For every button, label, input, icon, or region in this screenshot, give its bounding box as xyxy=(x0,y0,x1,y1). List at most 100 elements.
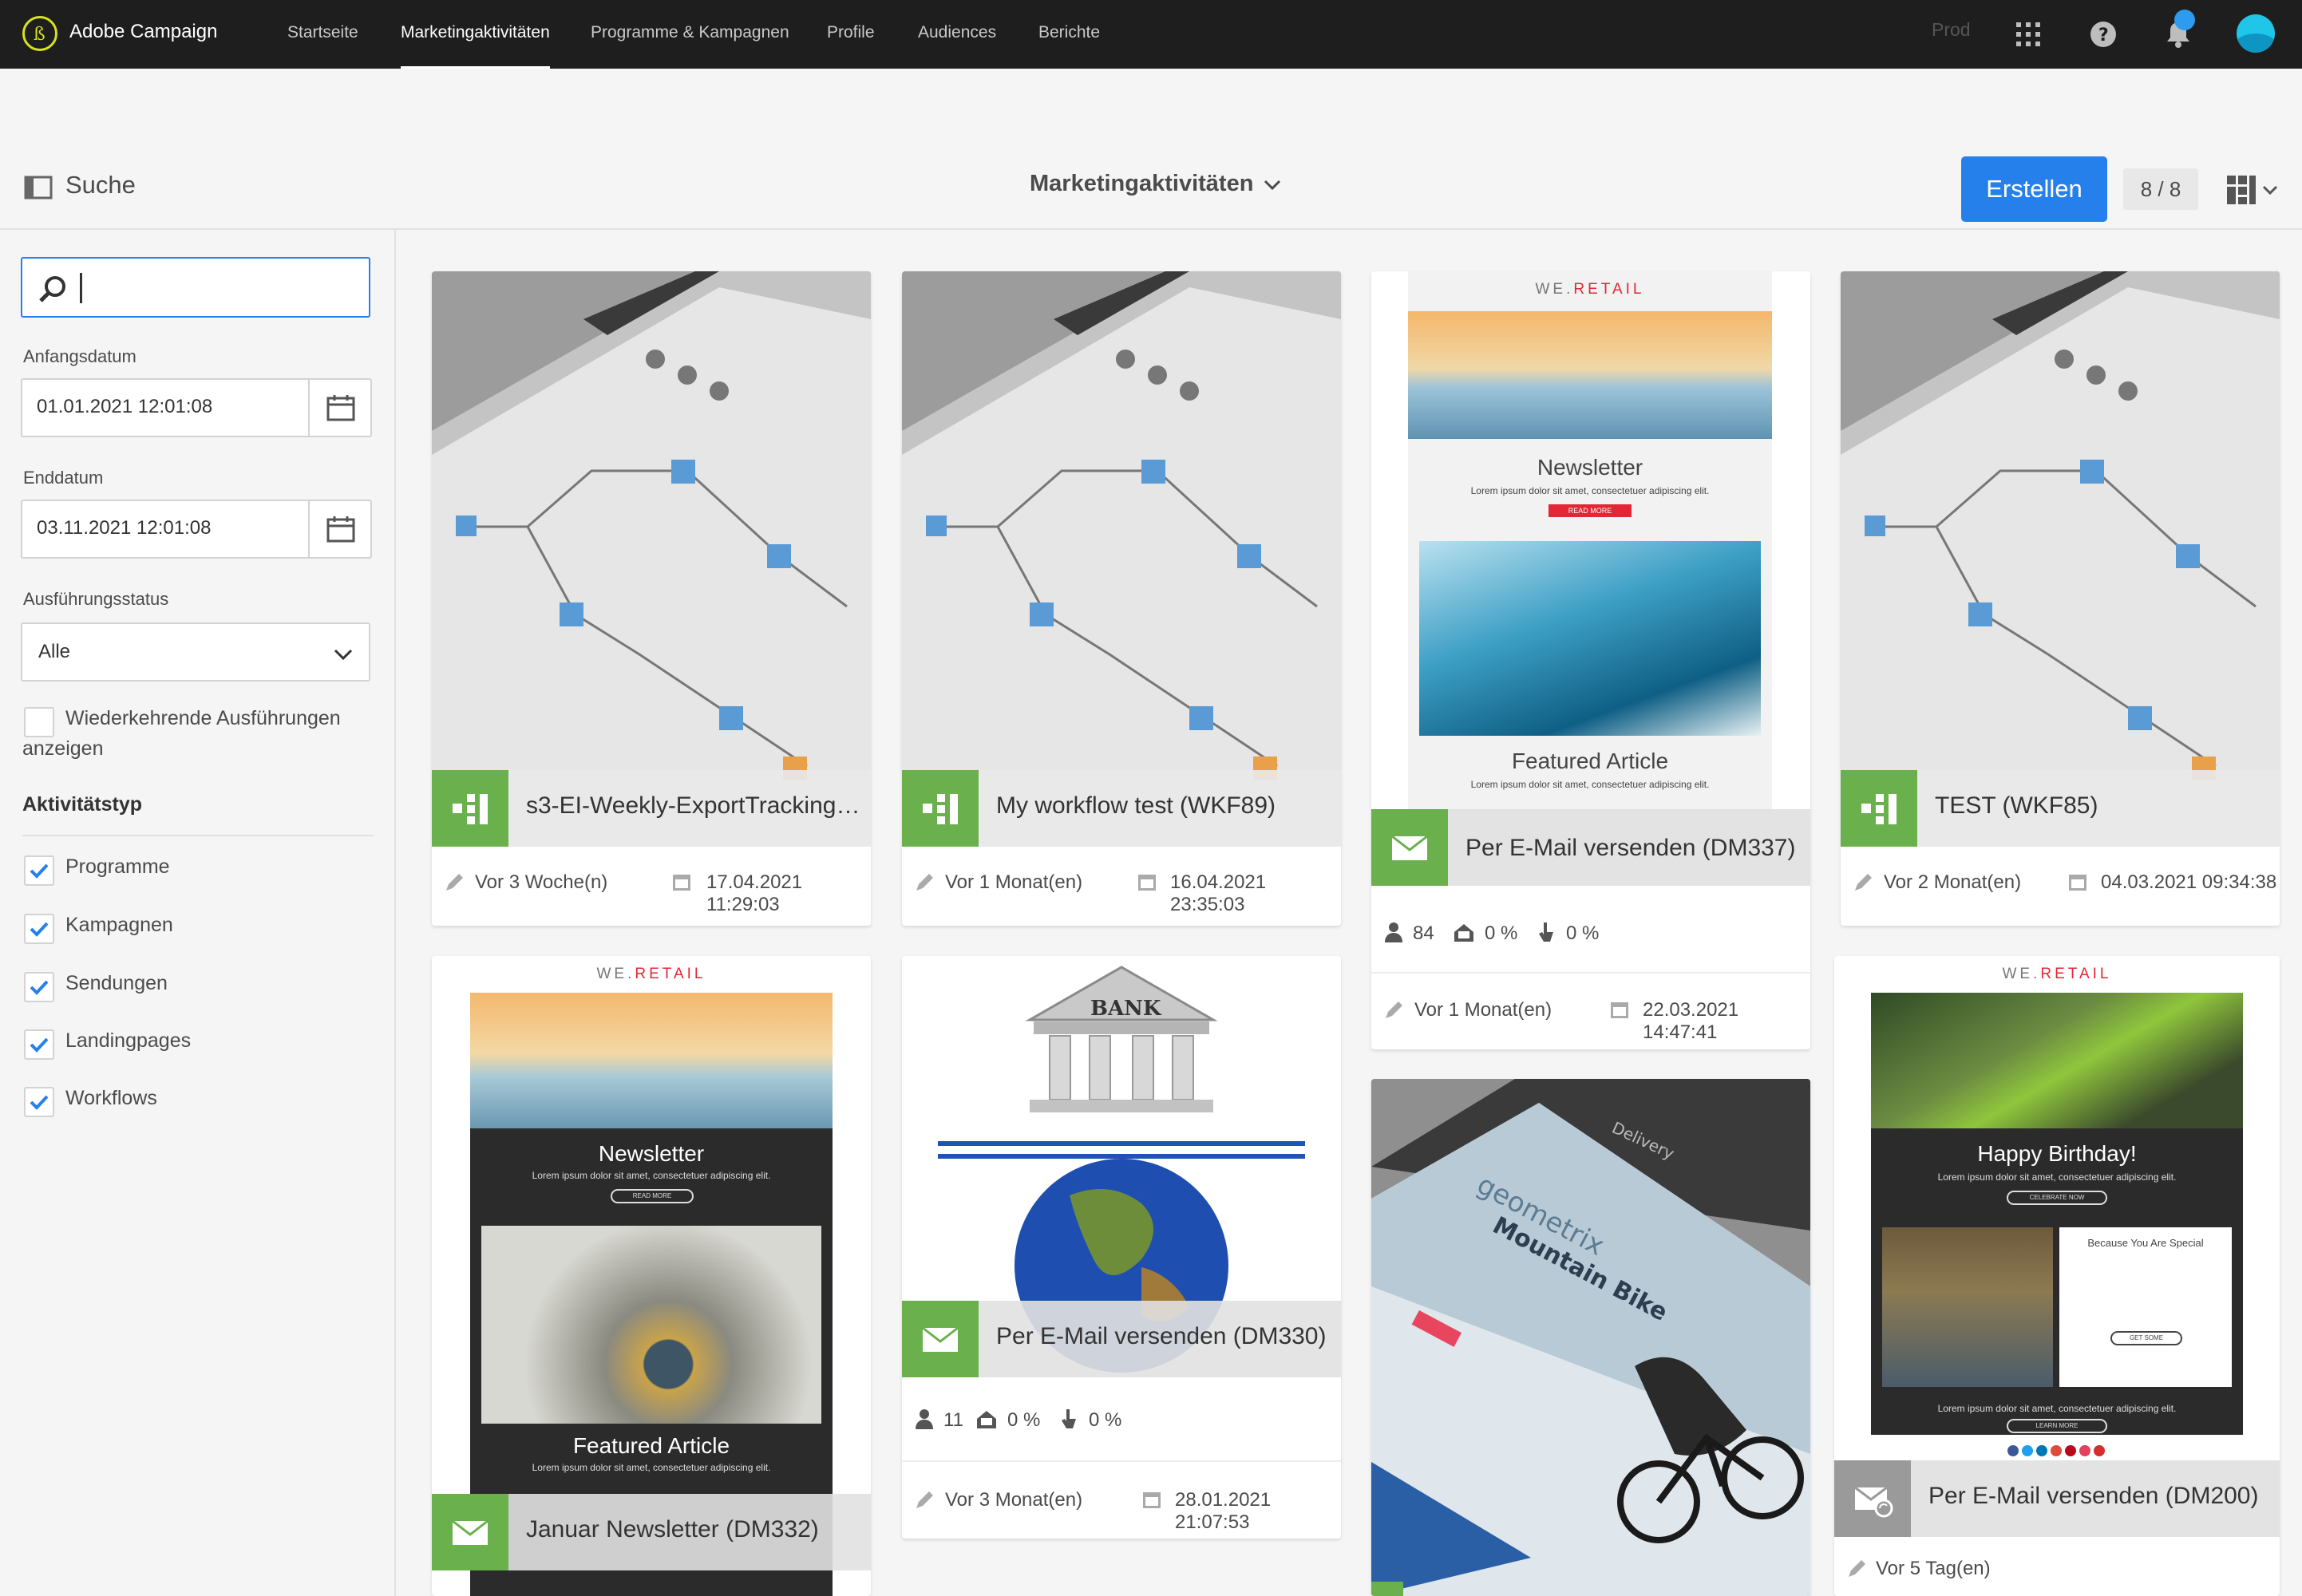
card-title[interactable]: Per E-Mail versenden (DM337) xyxy=(1465,835,1795,862)
lorem-text: Lorem ipsum dolor sit amet, consectetuer… xyxy=(1937,1403,2177,1414)
bank-sign: BANK xyxy=(1090,997,1162,1021)
brand-logo: WE.RETAIL xyxy=(1535,281,1645,298)
modified-ago: Vor 3 Woche(n) xyxy=(475,871,608,893)
card-caption: Per E-Mail versenden (DM200) xyxy=(1834,1460,2280,1537)
create-button[interactable]: Erstellen xyxy=(1961,156,2107,222)
nav-marketingaktivitaeten[interactable]: Marketingaktivitäten xyxy=(401,0,550,69)
card-meta: Vor 2 Monat(en) 04.03.2021 09:34:38 xyxy=(1841,868,2280,900)
modified-ago: Vor 2 Monat(en) xyxy=(1884,871,2022,893)
card-meta: Vor 3 Woche(n) 17.04.2021 11:29:03 xyxy=(432,868,871,915)
checkbox-sendungen[interactable] xyxy=(24,972,54,1002)
filter-panel-title: Suche xyxy=(65,171,136,199)
nav-berichte[interactable]: Berichte xyxy=(1038,0,1100,69)
nav-profile[interactable]: Profile xyxy=(827,0,875,69)
workflow-icon xyxy=(902,770,979,847)
calendar-icon xyxy=(2069,875,2086,891)
view-selector-title[interactable]: Marketingaktivitäten xyxy=(1030,171,1253,197)
card-caption: Per E-Mail versenden (DM337) xyxy=(1371,809,1810,886)
activity-card[interactable]: WE.RETAIL Happy Birthday! Lorem ipsum do… xyxy=(1834,956,2280,1596)
nav-audiences[interactable]: Audiences xyxy=(918,0,996,69)
checkbox-programme[interactable] xyxy=(24,855,54,886)
checkbox-workflows[interactable] xyxy=(24,1087,54,1117)
divider xyxy=(22,835,374,836)
pencil-icon xyxy=(916,874,933,891)
open-rate-icon xyxy=(1454,924,1473,942)
checkbox-landingpages[interactable] xyxy=(24,1029,54,1060)
chevron-down-icon[interactable] xyxy=(1261,174,1284,196)
status-select[interactable]: Alle xyxy=(21,622,370,681)
app-switcher-icon[interactable] xyxy=(2010,16,2047,53)
user-avatar[interactable] xyxy=(2237,14,2275,53)
modified-date: 04.03.2021 09:34:38 xyxy=(2101,871,2277,893)
type-label-programme: Programme xyxy=(65,855,170,878)
card-meta: Vor 1 Monat(en) 16.04.2021 23:35:03 xyxy=(902,868,1341,915)
type-label-workflows: Workflows xyxy=(65,1087,157,1109)
workflow-thumbnail xyxy=(902,271,1341,846)
modified-date: 17.04.2021 11:29:03 xyxy=(706,871,803,915)
recipients-icon xyxy=(1385,922,1402,942)
app-name[interactable]: Adobe Campaign xyxy=(69,21,217,43)
status-label: Ausführungsstatus xyxy=(23,589,169,609)
read-more-button: READ MORE xyxy=(611,1189,694,1203)
open-rate: 0 % xyxy=(1485,922,1518,944)
calendar-icon xyxy=(1143,1492,1161,1508)
open-rate-icon xyxy=(977,1411,996,1428)
card-title[interactable]: Per E-Mail versenden (DM200) xyxy=(1928,1483,2258,1510)
calendar-icon[interactable] xyxy=(308,380,370,436)
read-more-button: READ MORE xyxy=(1549,504,1632,517)
click-rate-icon xyxy=(1539,922,1553,942)
activity-card[interactable]: WE.RETAIL Newsletter Lorem ipsum dolor s… xyxy=(432,956,871,1596)
because-special-heading: Because You Are Special xyxy=(2087,1237,2204,1249)
nav-programme-kampagnen[interactable]: Programme & Kampagnen xyxy=(591,0,789,69)
calendar-icon xyxy=(1611,1002,1628,1018)
click-rate-icon xyxy=(1062,1409,1076,1428)
start-date-label: Anfangsdatum xyxy=(23,346,136,366)
newsletter-heading: Newsletter xyxy=(598,1141,705,1166)
recipients-count: 11 xyxy=(943,1409,963,1431)
nav-startseite[interactable]: Startseite xyxy=(287,0,358,69)
search-input[interactable] xyxy=(21,257,370,318)
activity-type-title: Aktivitätstyp xyxy=(22,793,143,816)
card-meta: Vor 3 Monat(en) 28.01.2021 21:07:53 xyxy=(902,1486,1341,1533)
activity-card[interactable]: BANK Per E-Mail versenden (DM330) 11 0 %… xyxy=(902,956,1341,1539)
brand-logo: WE.RETAIL xyxy=(596,966,706,982)
view-mode-grid-icon[interactable] xyxy=(2227,174,2280,206)
card-title[interactable]: s3-EI-Weekly-ExportTrackingL... xyxy=(526,792,861,820)
checkbox-kampagnen[interactable] xyxy=(24,914,54,944)
activity-card[interactable]: Delivery geometrix Mountain Bike xyxy=(1371,1079,1810,1596)
delivery-thumbnail: Delivery geometrix Mountain Bike xyxy=(1371,1079,1810,1596)
card-title[interactable]: Per E-Mail versenden (DM330) xyxy=(996,1323,1326,1350)
activity-card[interactable]: s3-EI-Weekly-ExportTrackingL... Vor 3 Wo… xyxy=(432,271,871,926)
recurring-label-line1: Wiederkehrende Ausführungen xyxy=(65,707,341,729)
help-icon[interactable]: ? xyxy=(2085,16,2122,53)
modified-date: 22.03.2021 14:47:41 xyxy=(1643,999,1739,1043)
activity-card[interactable]: WE.RETAIL Newsletter Lorem ipsum dolor s… xyxy=(1371,271,1810,1049)
modified-ago: Vor 3 Monat(en) xyxy=(945,1489,1083,1511)
celebrate-button: CELEBRATE NOW xyxy=(2007,1191,2107,1205)
notification-badge xyxy=(2174,10,2195,30)
newsletter-thumbnail: WE.RETAIL Newsletter Lorem ipsum dolor s… xyxy=(1408,271,1772,814)
card-title[interactable]: TEST (WKF85) xyxy=(1935,792,2098,820)
featured-heading: Featured Article xyxy=(1511,749,1669,773)
start-date-field[interactable]: 01.01.2021 12:01:08 xyxy=(21,378,372,437)
recurring-checkbox[interactable] xyxy=(24,707,54,737)
recurring-email-icon xyxy=(1834,1460,1911,1537)
card-title[interactable]: My workflow test (WKF89) xyxy=(996,792,1276,820)
svg-text:?: ? xyxy=(2098,26,2109,45)
card-title[interactable]: Januar Newsletter (DM332) xyxy=(526,1516,819,1543)
email-icon xyxy=(432,1494,508,1570)
brand-logo: WE.RETAIL xyxy=(2002,966,2112,982)
adobe-campaign-logo-icon[interactable]: ß xyxy=(22,16,57,51)
recurring-label-line2: anzeigen xyxy=(22,737,104,760)
calendar-icon[interactable] xyxy=(308,501,370,557)
activity-card[interactable]: TEST (WKF85) Vor 2 Monat(en) 04.03.2021 … xyxy=(1841,271,2280,926)
featured-heading: Featured Article xyxy=(572,1433,730,1458)
end-date-field[interactable]: 03.11.2021 12:01:08 xyxy=(21,500,372,559)
pencil-icon xyxy=(916,1491,933,1508)
chevron-down-icon xyxy=(334,649,353,661)
activity-card[interactable]: My workflow test (WKF89) Vor 1 Monat(en)… xyxy=(902,271,1341,926)
start-date-value: 01.01.2021 12:01:08 xyxy=(37,396,213,417)
workflow-icon xyxy=(432,770,508,847)
filter-panel-toggle-icon[interactable] xyxy=(24,176,53,200)
divider xyxy=(1371,972,1810,974)
